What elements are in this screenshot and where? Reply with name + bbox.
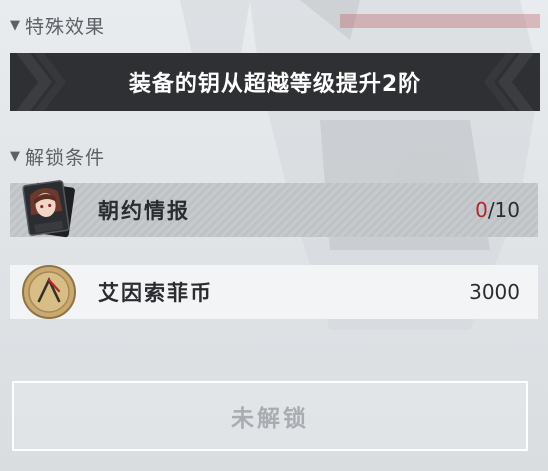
collapse-triangle-icon: ▼	[10, 148, 21, 164]
requirement-row-intel[interactable]: 朝约情报 0/10	[10, 180, 538, 238]
special-effect-heading-label: 特殊效果	[25, 15, 106, 38]
character-portrait-icon	[22, 180, 75, 238]
right-chevron-decoration-icon	[484, 53, 534, 111]
special-effect-text: 装备的钥从超越等级提升2阶	[128, 72, 422, 97]
special-effect-heading: ▼ 特殊效果	[10, 14, 106, 38]
requirement-label-intel: 朝约情报	[98, 199, 190, 223]
unlock-conditions-heading: ▼ 解锁条件	[10, 145, 106, 169]
unlock-conditions-heading-label: 解锁条件	[25, 146, 106, 169]
requirement-amount-coin: 3000	[469, 280, 520, 304]
gold-coin-icon	[22, 265, 76, 319]
left-chevron-decoration-icon	[16, 53, 66, 111]
unlock-button[interactable]: 未解锁	[12, 381, 528, 451]
requirement-row-coin[interactable]: 艾因索菲币 3000	[10, 265, 538, 319]
requirement-current-count: 0	[475, 198, 488, 222]
requirement-count-intel: 0/10	[475, 198, 520, 222]
collapse-triangle-icon: ▼	[10, 17, 21, 33]
requirement-required-count: /10	[487, 198, 520, 222]
special-effect-banner: 装备的钥从超越等级提升2阶	[10, 53, 540, 111]
requirement-label-coin: 艾因索菲币	[98, 281, 213, 305]
